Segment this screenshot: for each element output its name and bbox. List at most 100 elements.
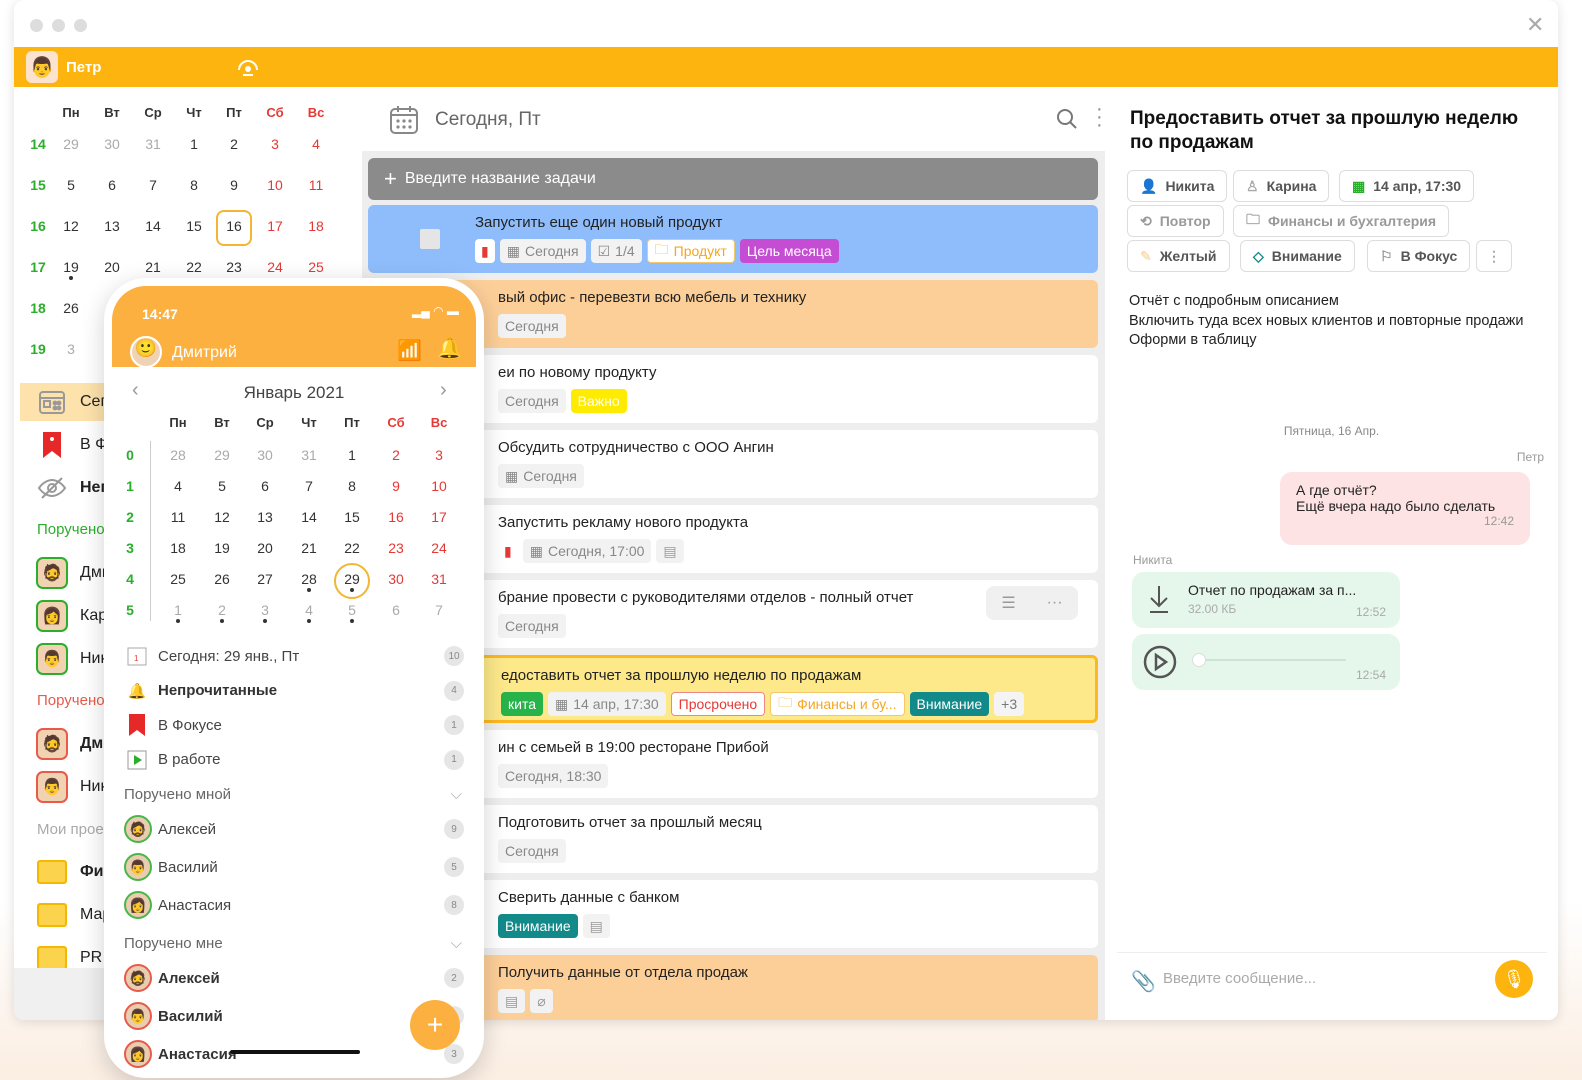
calendar-day[interactable]: 21 xyxy=(291,540,327,556)
calendar-day[interactable]: 6 xyxy=(247,478,283,494)
calendar-day[interactable]: 31 xyxy=(421,571,457,587)
calendar-day[interactable]: 7 xyxy=(291,478,327,494)
calendar-day[interactable]: 26 xyxy=(204,571,240,587)
task-chip-proj[interactable]: 🗀 Финансы и бу... xyxy=(770,692,905,716)
phone-person[interactable]: 👩 Анастасия 8 xyxy=(124,890,464,920)
calendar-day[interactable]: 6 xyxy=(94,177,130,193)
calendar-day[interactable]: 29 xyxy=(53,136,89,152)
calendar-day[interactable]: 20 xyxy=(94,259,130,275)
phone-person[interactable]: 🧔 Алексей 9 xyxy=(124,814,464,844)
calendar-day[interactable]: 21 xyxy=(135,259,171,275)
task-chip-date[interactable]: ▦ 14 апр, 17:30 xyxy=(548,692,666,716)
calendar-day[interactable]: 9 xyxy=(378,478,414,494)
tag-chip[interactable]: ◇ Внимание xyxy=(1240,240,1355,272)
calendar-day[interactable]: 7 xyxy=(421,602,457,618)
author-chip[interactable]: ♙ Карина xyxy=(1233,170,1330,202)
calendar-day[interactable]: 29 xyxy=(204,447,240,463)
calendar-day[interactable]: 27 xyxy=(247,571,283,587)
calendar-day[interactable]: 25 xyxy=(160,571,196,587)
chevron-down-icon[interactable]: ⌵ xyxy=(451,935,462,952)
calendar-day[interactable]: 14 xyxy=(135,218,171,234)
subtasks-icon[interactable]: ☰ xyxy=(1001,593,1015,613)
calendar-day[interactable]: 24 xyxy=(421,540,457,556)
task-chip-note[interactable]: ▤ xyxy=(498,989,526,1013)
calendar-day[interactable]: 19 xyxy=(204,540,240,556)
task-chip-plain[interactable]: Сегодня xyxy=(498,614,566,638)
next-month-button[interactable]: › xyxy=(440,379,447,402)
calendar-day[interactable]: 31 xyxy=(291,447,327,463)
task-chip-date[interactable]: ▦ Сегодня, 17:00 xyxy=(522,539,652,563)
calendar-day[interactable]: 5 xyxy=(53,177,89,193)
phone-menu-item[interactable]: В Фокусе 1 xyxy=(124,710,464,740)
task-chip-date[interactable]: ▦ Сегодня xyxy=(499,239,586,263)
color-chip[interactable]: ✎ Желтый xyxy=(1127,240,1230,272)
task-description[interactable]: Отчёт с подробным описанием Включить туд… xyxy=(1129,292,1529,351)
more-menu-icon[interactable]: · · · xyxy=(1096,99,1103,135)
window-close-dot[interactable] xyxy=(30,19,43,32)
calendar-day[interactable]: 5 xyxy=(334,602,370,623)
calendar-day[interactable]: 13 xyxy=(247,509,283,525)
calendar-day[interactable]: 11 xyxy=(298,177,334,193)
calendar-day[interactable]: 6 xyxy=(378,602,414,618)
calendar-day[interactable]: 2 xyxy=(378,447,414,463)
task-chip-overdue[interactable]: Просрочено xyxy=(670,692,766,716)
calendar-day[interactable]: 7 xyxy=(135,177,171,193)
task-chip-plain[interactable]: Сегодня xyxy=(498,839,566,863)
calendar-day[interactable]: 30 xyxy=(378,571,414,587)
play-icon[interactable] xyxy=(1142,644,1178,683)
calendar-day[interactable]: 3 xyxy=(421,447,457,463)
calendar-day[interactable]: 30 xyxy=(247,447,283,463)
calendar-day[interactable]: 17 xyxy=(257,218,293,234)
calendar-day[interactable]: 26 xyxy=(53,300,89,316)
message-input[interactable]: Введите сообщение... xyxy=(1163,970,1316,987)
calendar-day[interactable]: 4 xyxy=(160,478,196,494)
calendar-day[interactable]: 5 xyxy=(204,478,240,494)
calendar-day-today[interactable]: 16 xyxy=(216,210,252,246)
calendar-day[interactable]: 1 xyxy=(176,136,212,152)
calendar-day[interactable]: 12 xyxy=(53,218,89,234)
task-chip-teal[interactable]: Внимание xyxy=(909,692,990,716)
calendar-day[interactable]: 1 xyxy=(334,447,370,463)
task-chip-plain[interactable]: Сегодня xyxy=(498,314,566,338)
calendar-day[interactable]: 3 xyxy=(53,341,89,357)
phone-menu-item[interactable]: 🔔 Непрочитанные 4 xyxy=(124,676,464,706)
task-card[interactable]: Запустить еще один новый продукт ▮ ▦ Сегодн… xyxy=(368,205,1098,273)
calendar-day[interactable]: 23 xyxy=(216,259,252,275)
calendar-day[interactable]: 3 xyxy=(247,602,283,623)
calendar-day[interactable]: 15 xyxy=(176,218,212,234)
task-chip-flag[interactable]: ▮ xyxy=(498,539,518,563)
calendar-day[interactable]: 10 xyxy=(257,177,293,193)
user-name[interactable]: Петр xyxy=(66,59,101,76)
calendar-day[interactable]: 11 xyxy=(160,509,196,525)
window-minimize-dot[interactable] xyxy=(52,19,65,32)
calendar-day[interactable]: 22 xyxy=(334,540,370,556)
assignee-chip[interactable]: 👤 Никита xyxy=(1127,170,1228,202)
task-chip-clip[interactable]: ⌀ xyxy=(530,989,553,1013)
calendar-day-today[interactable]: 29 xyxy=(334,563,370,599)
task-chip-plain[interactable]: Сегодня, 18:30 xyxy=(498,764,609,788)
calendar-day[interactable]: 9 xyxy=(216,177,252,193)
calendar-day[interactable]: 31 xyxy=(135,136,171,152)
user-avatar[interactable]: 👨 xyxy=(26,51,58,83)
more-icon[interactable]: ··· xyxy=(1047,594,1063,612)
bell-icon[interactable]: 🔔 xyxy=(437,336,462,361)
voice-progress-track[interactable] xyxy=(1196,659,1346,661)
calendar-day[interactable]: 16 xyxy=(378,509,414,525)
stats-icon[interactable]: 📶 xyxy=(397,338,422,363)
calendar-day[interactable]: 1 xyxy=(160,602,196,623)
calendar-day[interactable]: 18 xyxy=(160,540,196,556)
task-chip-proj[interactable]: 🗀 Продукт xyxy=(646,239,735,263)
due-date-chip[interactable]: ▦ 14 апр, 17:30 xyxy=(1339,170,1475,202)
task-chip-flag[interactable]: ▮ xyxy=(475,239,495,263)
phone-person[interactable]: 👩 Анастасия 3 xyxy=(124,1039,464,1069)
calendar-day[interactable]: 18 xyxy=(298,218,334,234)
more-options-button[interactable]: ⋮ xyxy=(1476,240,1512,272)
calendar-day[interactable]: 8 xyxy=(176,177,212,193)
chevron-down-icon[interactable]: ⌵ xyxy=(451,786,462,803)
calendar-day[interactable]: 4 xyxy=(291,602,327,623)
calendar-day[interactable]: 10 xyxy=(421,478,457,494)
task-chip-check[interactable]: ☑ 1/4 xyxy=(590,239,642,263)
task-chip-plain[interactable]: Сегодня xyxy=(498,389,566,413)
calendar-day[interactable]: 2 xyxy=(204,602,240,623)
add-task-button[interactable]: + xyxy=(410,1000,460,1050)
